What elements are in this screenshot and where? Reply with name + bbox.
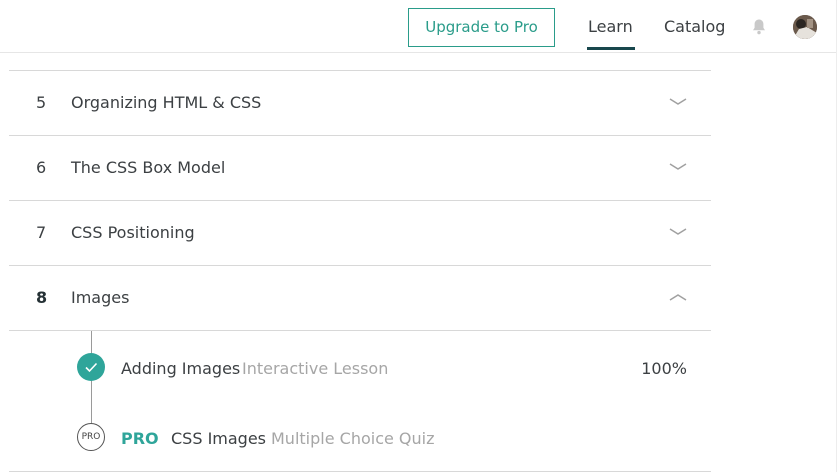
pro-label: PRO: [121, 429, 159, 448]
module-number: 7: [36, 223, 47, 242]
top-navbar: Upgrade to Pro Learn Catalog: [0, 0, 837, 53]
lesson-type: Interactive Lesson: [242, 359, 389, 378]
chevron-up-icon[interactable]: [669, 292, 687, 302]
nav-learn-link[interactable]: Learn: [587, 17, 635, 50]
module-number: 6: [36, 158, 47, 177]
lesson-title: Adding Images: [121, 359, 241, 378]
chevron-down-icon[interactable]: [669, 97, 687, 107]
nav-catalog-link[interactable]: Catalog: [664, 17, 725, 36]
pro-badge-icon: PRO: [77, 423, 105, 451]
check-icon: [77, 353, 105, 381]
chevron-down-icon[interactable]: [669, 227, 687, 237]
upgrade-to-pro-button[interactable]: Upgrade to Pro: [408, 8, 555, 47]
avatar[interactable]: [793, 15, 817, 39]
module-row-5[interactable]: 5 Organizing HTML & CSS: [9, 70, 711, 136]
lesson-css-images[interactable]: PRO PRO CSS Images Multiple Choice Quiz: [9, 417, 711, 457]
bell-icon[interactable]: [751, 18, 767, 35]
module-row-7[interactable]: 7 CSS Positioning: [9, 200, 711, 266]
module-row-8[interactable]: 8 Images: [9, 265, 711, 331]
module-number: 5: [36, 93, 47, 112]
module-number: 8: [36, 288, 48, 307]
module-title: Images: [71, 288, 130, 307]
lesson-type: Multiple Choice Quiz: [271, 429, 435, 448]
module-8-lessons: Adding Images Interactive Lesson 100% PR…: [9, 331, 711, 472]
module-title: The CSS Box Model: [71, 158, 226, 177]
module-title: Organizing HTML & CSS: [71, 93, 262, 112]
module-title: CSS Positioning: [71, 223, 195, 242]
module-row-6[interactable]: 6 The CSS Box Model: [9, 135, 711, 201]
chevron-down-icon[interactable]: [669, 162, 687, 172]
lesson-title: CSS Images: [171, 429, 267, 448]
lesson-adding-images[interactable]: Adding Images Interactive Lesson 100%: [9, 347, 711, 387]
lesson-progress: 100%: [641, 359, 687, 378]
